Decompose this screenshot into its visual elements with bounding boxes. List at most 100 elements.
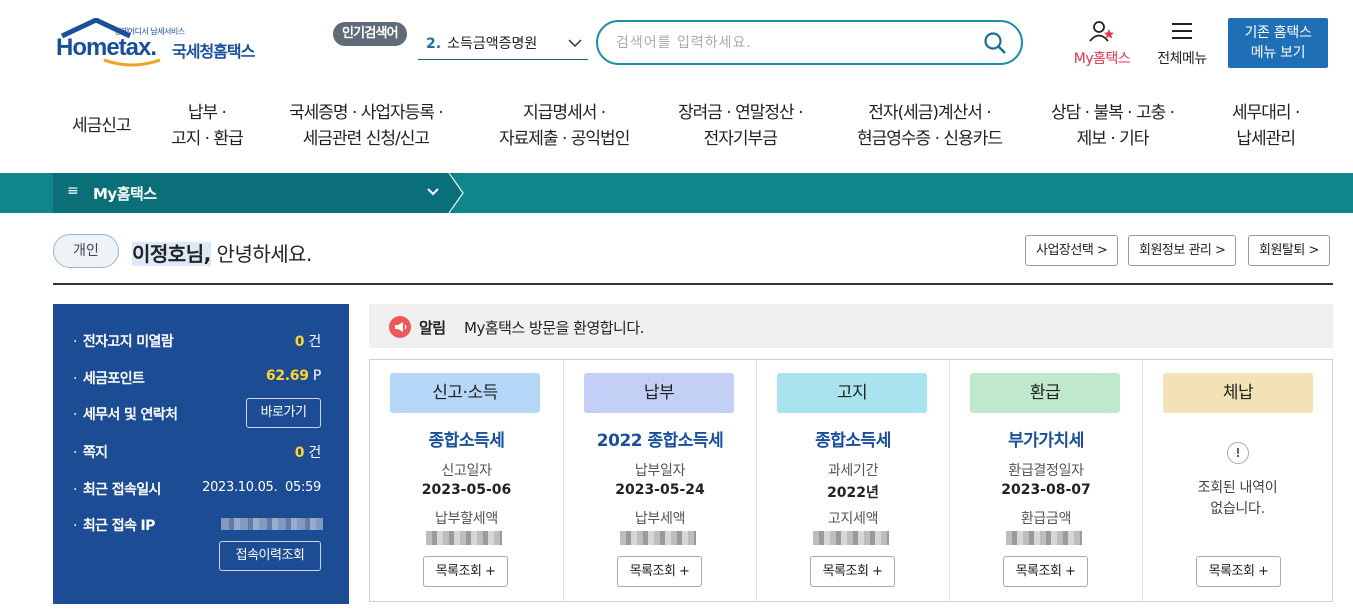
card-label: 납부일자 (634, 463, 686, 479)
gnb-label: 자료제출 · 공익법인 (499, 129, 630, 149)
card-label: 신고일자 (441, 463, 492, 479)
notice-message: My홈택스 방문을 환영합니다. (464, 319, 644, 337)
card-title[interactable]: 종합소득세 (370, 426, 563, 451)
list-view-button[interactable]: 목록조회 + (1003, 556, 1088, 587)
gnb-label: 고지 · 환급 (171, 129, 244, 149)
card-notice: 고지 종합소득세 과세기간 2022년 고지세액 목록조회 + (756, 360, 949, 601)
gnb-incentives[interactable]: 장려금 · 연말정산 · 전자기부금 (678, 100, 803, 152)
card-title[interactable]: 종합소득세 (757, 426, 949, 451)
popular-search-badge: 인기검색어 (333, 22, 407, 46)
office-shortcut-button[interactable]: 바로가기 (246, 398, 321, 428)
my-hometax-link[interactable]: My홈택스 (1066, 20, 1138, 68)
gnb-label: 상담 · 불복 · 고충 · (1051, 103, 1175, 123)
card-value: 2023-05-24 (615, 482, 705, 498)
chevron-down-icon (568, 39, 582, 48)
gnb-label: 제보 · 기타 (1076, 129, 1150, 149)
user-star-icon (1089, 21, 1114, 42)
megaphone-icon (389, 316, 411, 338)
breadcrumb-select[interactable]: ≡ My홈택스 (53, 173, 453, 213)
old-menu-line2: 메뉴 보기 (1250, 45, 1306, 61)
logo-swoosh-icon (103, 58, 161, 67)
memo-value[interactable]: 0 건 (295, 442, 321, 462)
card-refund: 환급 부가가치세 환급결정일자 2023-08-07 환급금액 목록조회 + (949, 360, 1142, 601)
list-view-button[interactable]: 목록조회 + (423, 556, 508, 587)
card-label: 납부할세액 (435, 511, 498, 527)
card-label: 과세기간 (827, 463, 879, 479)
all-menu-link[interactable]: 전체메뉴 (1150, 20, 1214, 68)
info-icon: ! (1227, 442, 1249, 464)
gnb-label: 납부 · (187, 103, 227, 123)
old-menu-line1: 기존 홈택스 (1244, 25, 1312, 41)
gnb-label: 지급명세서 · (523, 103, 606, 123)
points-label: 세금포인트 (82, 371, 145, 387)
card-title[interactable]: 2022 종합소득세 (564, 426, 756, 451)
gnb-tax-agent[interactable]: 세무대리 · 납세관리 (1232, 100, 1300, 152)
access-history-button[interactable]: 접속이력조회 (219, 541, 321, 571)
select-business-button[interactable]: 사업장선택 > (1025, 235, 1119, 266)
list-view-button[interactable]: 목록조회 + (1196, 556, 1281, 587)
card-title[interactable]: 부가가치세 (950, 426, 1142, 451)
gnb-statements[interactable]: 지급명세서 · 자료제출 · 공익법인 (499, 100, 630, 152)
card-value: 2022년 (827, 485, 879, 501)
popular-rank: 2. (426, 36, 442, 52)
masked-amount (1006, 531, 1082, 545)
breadcrumb-bar: ≡ My홈택스 (0, 173, 1353, 213)
unread-value[interactable]: 0 건 (295, 331, 321, 351)
card-arrears: 체납 ! 조회된 내역이 없습니다. 목록조회 + (1142, 360, 1332, 601)
memo-label: 쪽지 (82, 445, 108, 461)
unit: 건 (308, 334, 321, 350)
breadcrumb-label: My홈택스 (93, 185, 157, 203)
points-value[interactable]: 62.69 P (266, 368, 321, 384)
card-value: 2023-05-06 (421, 482, 512, 498)
all-menu-label: 전체메뉴 (1157, 51, 1207, 67)
popular-search-select[interactable]: 2. 소득금액증명원 (418, 30, 588, 60)
user-name: 이정호님, (132, 242, 211, 266)
card-category-pill: 신고·소득 (390, 373, 540, 413)
empty-line: 없습니다. (1210, 501, 1265, 517)
list-view-button[interactable]: 목록조회 + (810, 556, 895, 587)
gnb-label: 세금신고 (72, 116, 132, 136)
card-payment: 납부 2022 종합소득세 납부일자 2023-05-24 납부세액 목록조회 … (563, 360, 756, 601)
chevron-down-icon (427, 188, 439, 196)
gnb-label: 전자(세금)계산서 · (868, 103, 992, 123)
withdraw-button[interactable]: 회원탈퇴 > (1248, 235, 1330, 266)
search-box[interactable] (596, 20, 1023, 65)
global-nav: 세금신고 납부 · 고지 · 환급 국세증명 · 사업자등록 · 세금관련 신청/신… (53, 100, 1333, 156)
greeting-text: 이정호님, 안녕하세요. (132, 238, 312, 267)
hometax-logo[interactable]: 언제어디서 납세서비스 Hometax. 국세청홈택스 (56, 18, 276, 70)
unread-notice-row: · 전자고지 미열람 (73, 334, 174, 350)
empty-message: 조회된 내역이 없습니다. (1143, 478, 1332, 520)
popular-term: 소득금액증명원 (447, 36, 538, 52)
tax-office-row: · 세무서 및 연락처 (73, 407, 178, 423)
gnb-label: 장려금 · 연말정산 · (678, 103, 803, 123)
card-label: 환급결정일자 (1008, 463, 1084, 479)
list-view-button[interactable]: 목록조회 + (617, 556, 702, 587)
gnb-consulting[interactable]: 상담 · 불복 · 고충 · 제보 · 기타 (1051, 100, 1175, 152)
card-category-pill: 체납 (1163, 373, 1313, 413)
memo-count: 0 (294, 445, 305, 461)
last-ip-label: 최근 접속 IP (82, 518, 156, 534)
search-icon[interactable] (983, 31, 1007, 55)
user-info-panel: · 전자고지 미열람 0 건 · 세금포인트 62.69 P · 세무서 및 연락처 … (53, 304, 349, 604)
gnb-tax-filing[interactable]: 세금신고 (72, 113, 132, 139)
member-info-button[interactable]: 회원정보 관리 > (1128, 235, 1237, 266)
search-input[interactable] (616, 32, 976, 54)
notice-title: 알림 (419, 319, 446, 337)
card-category-pill: 고지 (777, 373, 927, 413)
masked-amount (426, 531, 502, 545)
empty-line: 조회된 내역이 (1197, 480, 1278, 496)
card-label: 환급금액 (1020, 511, 1072, 527)
summary-cards: 신고·소득 종합소득세 신고일자 2023-05-06 납부할세액 목록조회 +… (369, 359, 1333, 602)
old-hometax-menu-button[interactable]: 기존 홈택스 메뉴 보기 (1228, 18, 1328, 68)
unit: 건 (308, 445, 321, 461)
masked-amount (813, 531, 889, 545)
gnb-certificates[interactable]: 국세증명 · 사업자등록 · 세금관련 신청/신고 (289, 100, 444, 152)
my-hometax-label: My홈택스 (1073, 51, 1131, 67)
card-filing: 신고·소득 종합소득세 신고일자 2023-05-06 납부할세액 목록조회 + (370, 360, 563, 601)
gnb-payment[interactable]: 납부 · 고지 · 환급 (171, 100, 244, 152)
last-login-row: · 최근 접속일시 (73, 482, 161, 498)
card-category-pill: 환급 (970, 373, 1120, 413)
gnb-e-invoice[interactable]: 전자(세금)계산서 · 현금영수증 · 신용카드 (857, 100, 1003, 152)
gnb-label: 현금영수증 · 신용카드 (857, 129, 1003, 149)
section-divider (53, 283, 1333, 285)
